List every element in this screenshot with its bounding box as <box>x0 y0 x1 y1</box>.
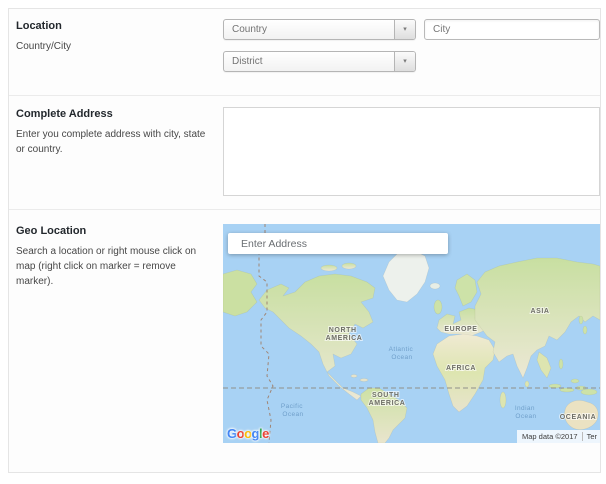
country-select-value: Country <box>224 20 394 39</box>
section-geo-location: Geo Location Search a location or right … <box>9 209 600 472</box>
address-label-col: Complete Address Enter you complete addr… <box>16 107 223 196</box>
location-label-col: Location Country/City <box>16 19 223 72</box>
map-search-input[interactable] <box>228 233 448 254</box>
google-logo-letter: G <box>227 426 237 441</box>
geo-location-description: Search a location or right mouse click o… <box>16 244 215 289</box>
label-europe: EUROPE <box>444 326 477 333</box>
label-indian-ocean: Indian Ocean <box>515 405 537 420</box>
map-attribution-text: Map data ©2017 <box>522 432 578 441</box>
attribution-separator <box>582 432 583 441</box>
label-africa: AFRICA <box>446 365 476 372</box>
geo-fields: NORTH AMERICA SOUTH AMERICA EUROPE AFRIC… <box>223 224 600 443</box>
geo-label-col: Geo Location Search a location or right … <box>16 224 223 443</box>
label-atlantic-ocean: Atlantic Ocean <box>389 346 416 361</box>
google-logo-letter: o <box>244 426 251 441</box>
map-terms-link[interactable]: Ter <box>587 432 597 441</box>
district-select-value: District <box>224 52 394 71</box>
label-south-america: SOUTH AMERICA <box>369 392 406 407</box>
section-complete-address: Complete Address Enter you complete addr… <box>9 95 600 209</box>
label-oceania: OCEANIA <box>560 414 596 421</box>
section-location: Location Country/City Country ▾ District… <box>9 9 600 95</box>
label-pacific-ocean: Pacific Ocean <box>281 403 305 418</box>
google-logo-letter: g <box>252 426 259 441</box>
page: Location Country/City Country ▾ District… <box>0 0 606 484</box>
location-fields: Country ▾ District ▾ <box>223 19 600 72</box>
label-north-america: NORTH AMERICA <box>326 327 363 342</box>
chevron-down-icon: ▾ <box>394 52 415 71</box>
location-title: Location <box>16 19 215 34</box>
google-logo-letter: e <box>262 426 269 441</box>
caret-glyph: ▾ <box>403 58 407 65</box>
chevron-down-icon: ▾ <box>394 20 415 39</box>
address-fields <box>223 107 600 196</box>
complete-address-description: Enter you complete address with city, st… <box>16 127 215 157</box>
map-attribution-bar: Map data ©2017 Ter <box>517 430 600 443</box>
google-logo-letter: o <box>237 426 244 441</box>
country-select[interactable]: Country ▾ <box>223 19 416 40</box>
google-map[interactable]: NORTH AMERICA SOUTH AMERICA EUROPE AFRIC… <box>223 224 600 443</box>
world-map-graphic: NORTH AMERICA SOUTH AMERICA EUROPE AFRIC… <box>223 224 600 443</box>
complete-address-title: Complete Address <box>16 107 215 122</box>
settings-panel: Location Country/City Country ▾ District… <box>8 8 601 473</box>
label-asia: ASIA <box>530 308 549 315</box>
google-logo[interactable]: Google <box>227 427 269 440</box>
complete-address-textarea[interactable] <box>223 107 600 196</box>
caret-glyph: ▾ <box>403 26 407 33</box>
location-description: Country/City <box>16 39 215 54</box>
geo-location-title: Geo Location <box>16 224 215 239</box>
district-select[interactable]: District ▾ <box>223 51 416 72</box>
city-input[interactable] <box>424 19 600 40</box>
